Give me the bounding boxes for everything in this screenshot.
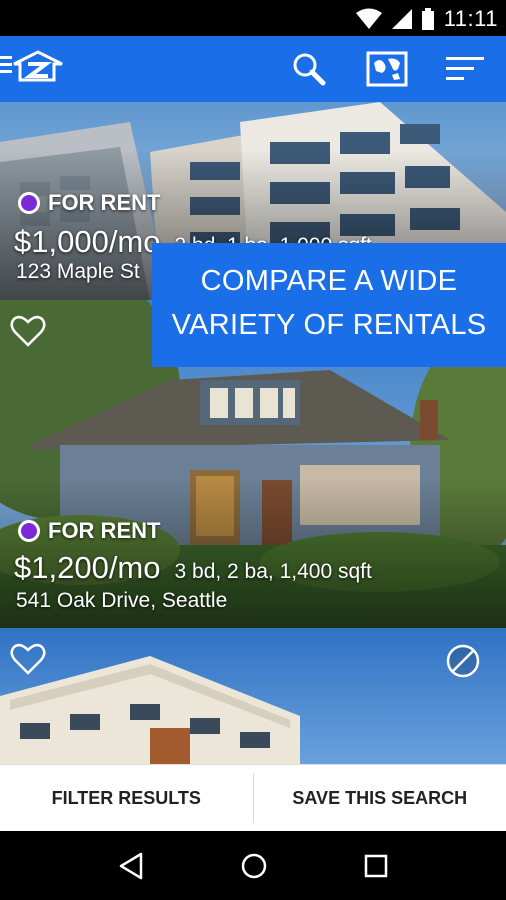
promo-line-1: COMPARE A WIDE — [200, 265, 458, 297]
status-dot-icon — [18, 520, 40, 542]
map-icon — [366, 51, 408, 87]
status-label: FOR RENT — [48, 518, 161, 543]
battery-icon — [421, 8, 434, 30]
promo-banner: COMPARE A WIDE VARIETY OF RENTALS — [152, 243, 506, 367]
app-screen: 11:11 FOR RENT $1,000/mo 123 Maple St FO… — [0, 0, 506, 900]
status-badge: FOR RENT — [18, 190, 160, 216]
hide-listing-icon[interactable] — [446, 644, 480, 678]
map-view-button[interactable] — [364, 46, 410, 92]
listing-card[interactable] — [0, 628, 506, 764]
back-icon[interactable] — [118, 852, 144, 880]
listing-price: $1,000/mo — [14, 224, 161, 259]
status-label: FOR RENT — [48, 190, 161, 215]
system-nav-bar — [0, 831, 506, 900]
sort-button[interactable] — [442, 46, 488, 92]
clock: 11:11 — [443, 6, 498, 31]
status-dot-icon — [18, 192, 40, 214]
favorite-heart-icon[interactable] — [10, 642, 46, 676]
recents-icon[interactable] — [364, 854, 388, 878]
signal-icon — [391, 9, 412, 29]
save-search-button[interactable]: SAVE THIS SEARCH — [254, 765, 506, 831]
promo-line-2: VARIETY OF RENTALS — [171, 309, 487, 341]
favorite-heart-icon[interactable] — [10, 314, 46, 348]
wifi-icon — [355, 8, 382, 29]
listing-photo — [0, 628, 506, 764]
home-icon[interactable] — [240, 852, 268, 880]
status-bar: 11:11 — [0, 0, 506, 36]
listing-details: 3 bd, 2 ba, 1,400 sqft — [174, 560, 372, 583]
price-row: $1,200/mo 3 bd, 2 ba, 1,400 sqft — [14, 550, 372, 586]
status-badge: FOR RENT — [18, 518, 160, 544]
sort-icon — [446, 57, 484, 80]
search-button[interactable] — [286, 46, 332, 92]
listing-address: 123 Maple St — [16, 260, 140, 283]
app-bar — [0, 36, 506, 102]
listing-address: 541 Oak Drive, Seattle — [16, 589, 228, 612]
search-icon — [293, 53, 326, 86]
action-bar: FILTER RESULTS SAVE THIS SEARCH — [0, 764, 506, 831]
filter-results-button[interactable]: FILTER RESULTS — [0, 765, 253, 831]
zillow-logo-icon[interactable] — [0, 50, 66, 91]
listing-price: $1,200/mo — [14, 550, 161, 585]
